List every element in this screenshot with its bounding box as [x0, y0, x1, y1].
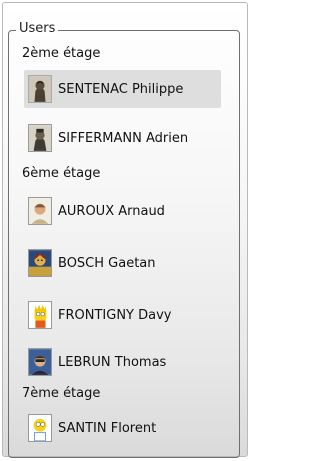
user-name: SIFFERMANN Adrien	[58, 130, 189, 146]
user-item-santin[interactable]: SANTIN Florent	[24, 409, 221, 447]
painting-avatar-icon	[28, 249, 52, 277]
group-header-2eme-etage: 2ème étage	[22, 46, 101, 61]
user-name: SANTIN Florent	[58, 420, 157, 436]
user-name: FRONTIGNY Davy	[58, 307, 172, 323]
statue-icon	[28, 124, 52, 152]
photo-avatar-icon	[28, 348, 52, 376]
group-header-6eme-etage: 6ème étage	[22, 166, 101, 181]
statue-icon	[28, 75, 52, 103]
user-item-sentenac[interactable]: SENTENAC Philippe	[24, 70, 221, 108]
user-item-siffermann[interactable]: SIFFERMANN Adrien	[24, 119, 221, 157]
user-item-lebrun[interactable]: LEBRUN Thomas	[24, 343, 221, 381]
user-item-auroux[interactable]: AUROUX Arnaud	[24, 192, 221, 230]
groupbox-legend: Users	[16, 21, 59, 37]
user-name: AUROUX Arnaud	[58, 203, 165, 219]
cartoon-avatar-icon	[28, 301, 52, 329]
user-item-bosch[interactable]: BOSCH Gaetan	[24, 244, 221, 282]
user-name: SENTENAC Philippe	[58, 81, 184, 97]
photo-avatar-icon	[28, 197, 52, 225]
user-name: LEBRUN Thomas	[58, 354, 167, 370]
user-name: BOSCH Gaetan	[58, 255, 156, 271]
group-header-7eme-etage: 7ème étage	[22, 386, 101, 401]
user-item-frontigny[interactable]: FRONTIGNY Davy	[24, 296, 221, 334]
cartoon-avatar-icon	[28, 414, 52, 442]
